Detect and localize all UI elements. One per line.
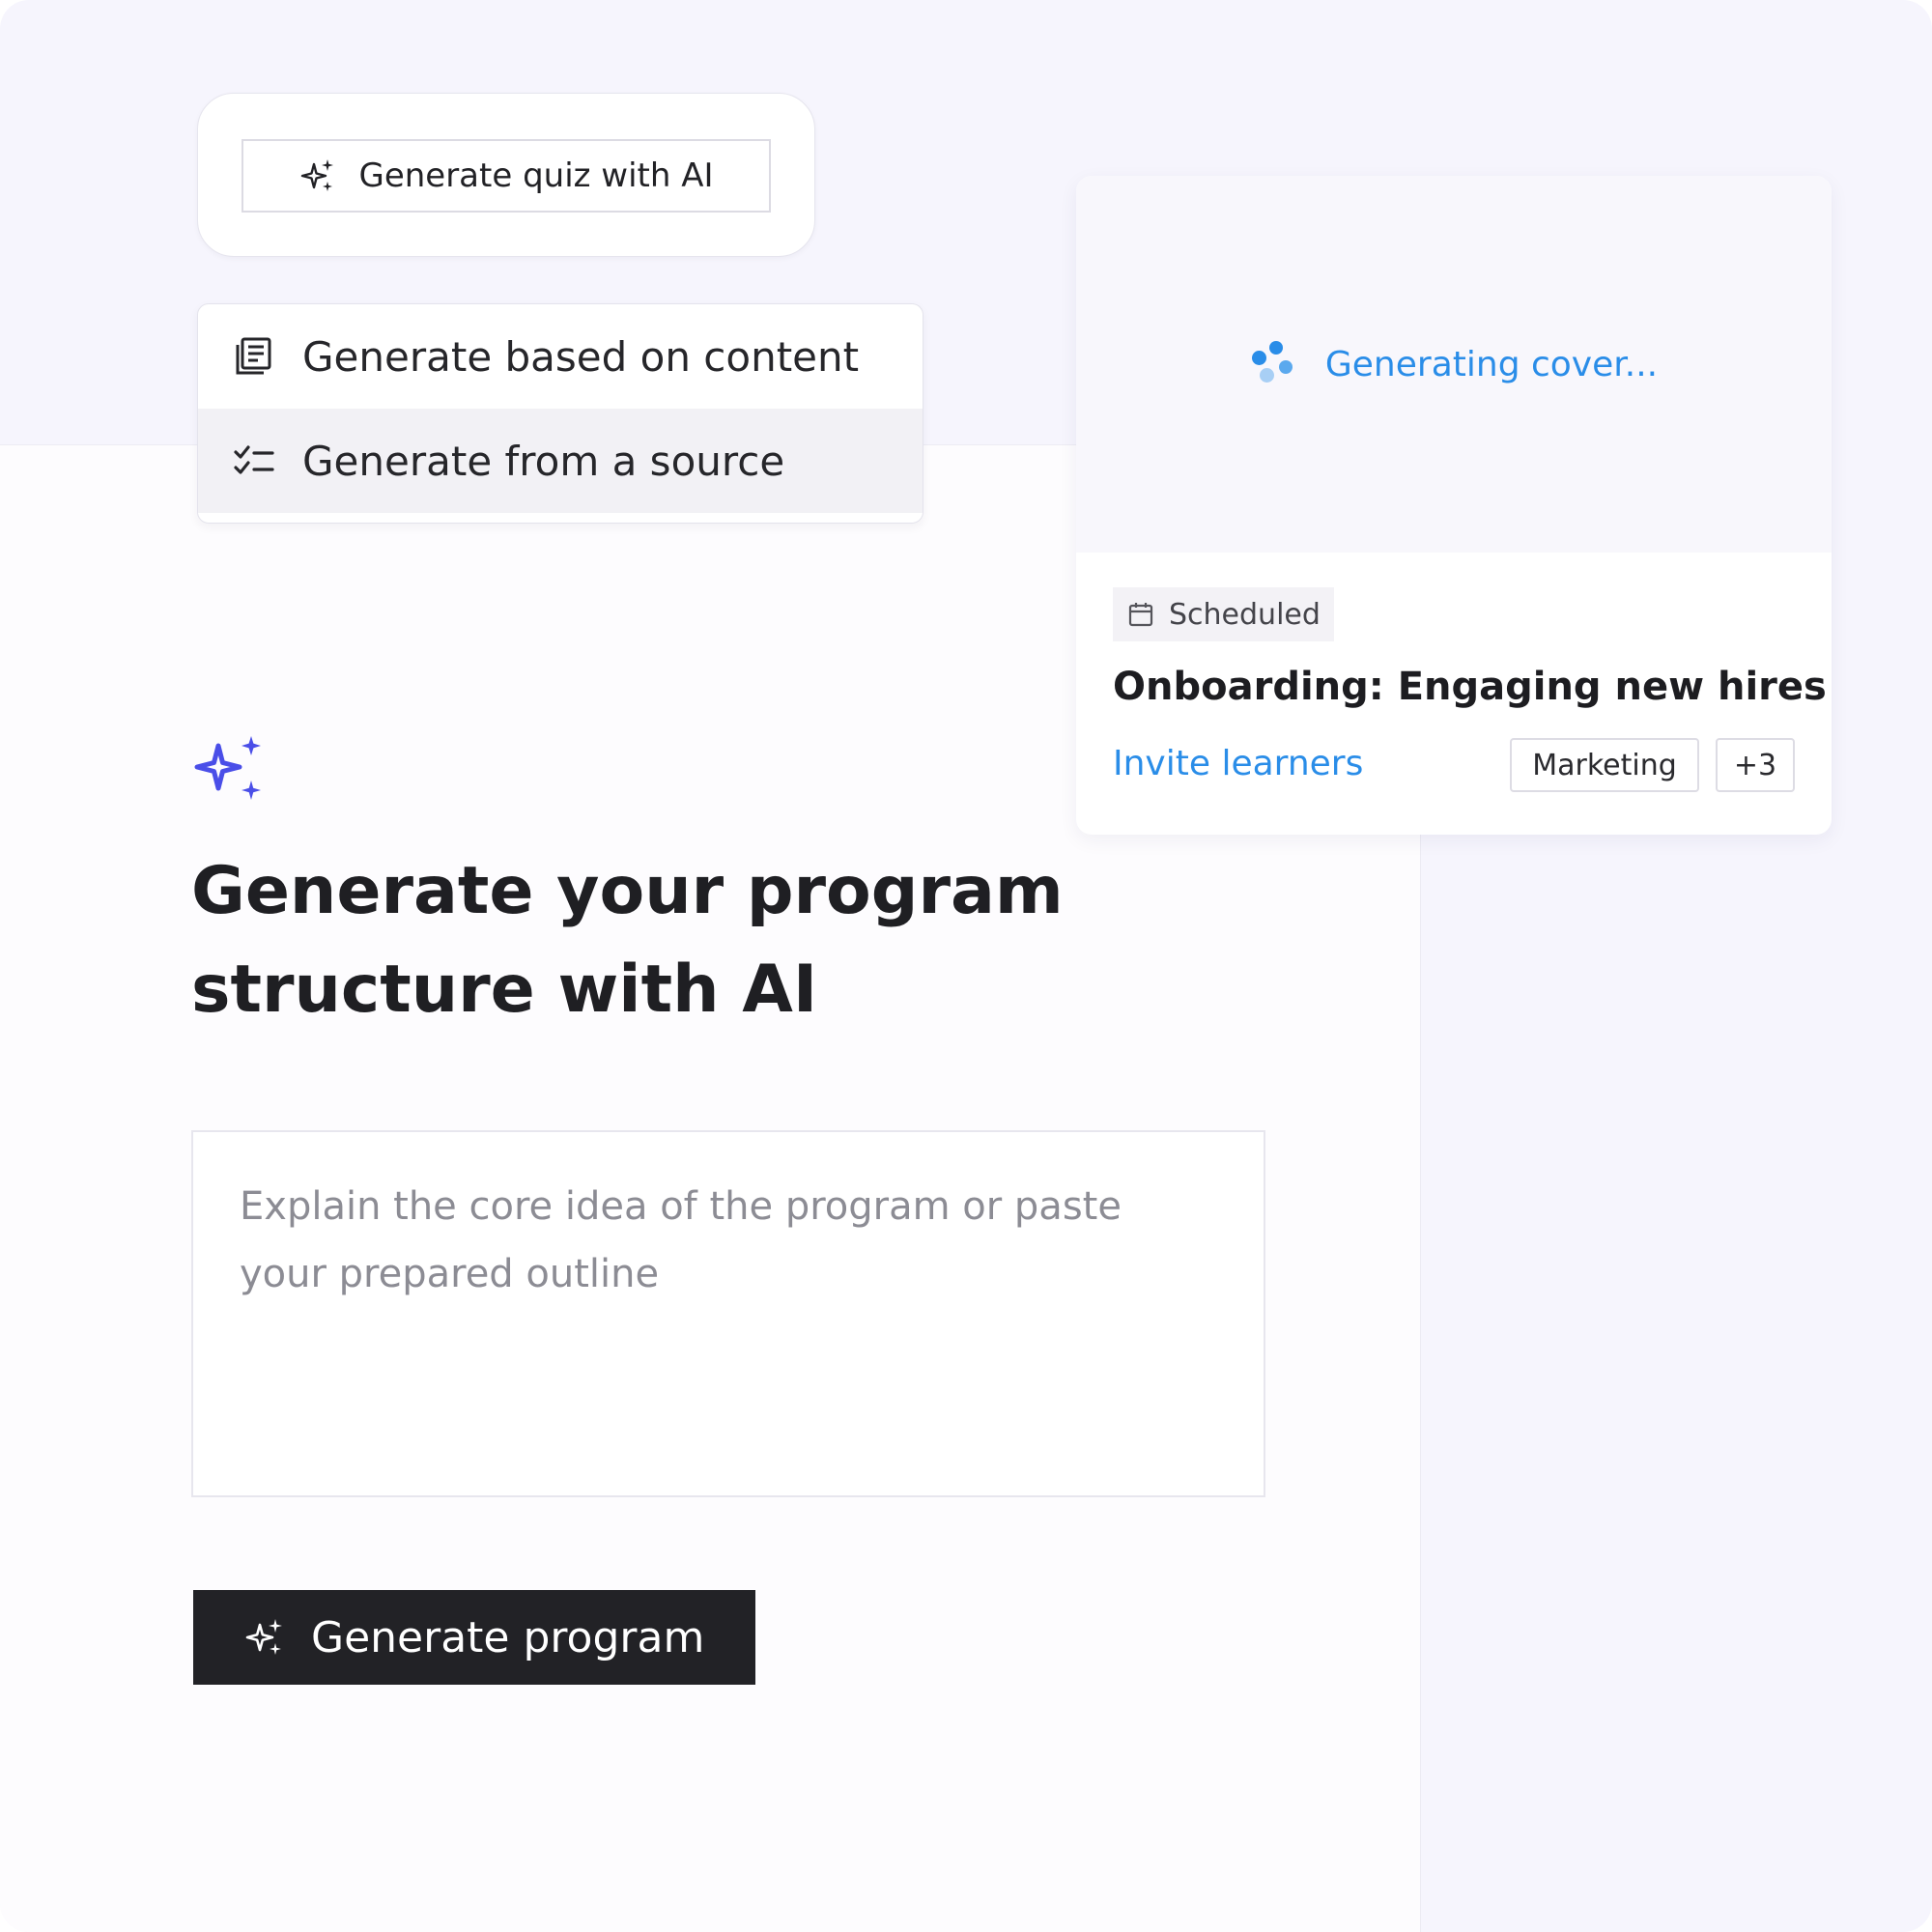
sparkles-icon (194, 736, 261, 800)
sparkles-icon (301, 159, 334, 191)
page-title-line: Generate your program (191, 853, 1064, 929)
document-icon (236, 337, 271, 375)
calendar-icon (1128, 603, 1153, 627)
sparkles-icon (245, 1619, 282, 1655)
menu-item-generate-content[interactable]: Generate based on content (198, 304, 923, 409)
program-prompt-textarea[interactable]: Explain the core idea of the program or … (191, 1130, 1265, 1497)
tag-more-count[interactable]: +3 (1716, 738, 1795, 792)
cover-placeholder: Generating cover... (1076, 176, 1832, 553)
canvas: Generate quiz with AI Generate based on … (0, 0, 1932, 1932)
menu-item-label: Generate based on content (302, 332, 860, 381)
generate-program-label: Generate program (311, 1612, 705, 1662)
quiz-card: Generate quiz with AI (197, 93, 815, 257)
status-badge-label: Scheduled (1169, 597, 1321, 632)
checklist-icon (234, 445, 274, 474)
page-title: Generate your program structure with AI (191, 842, 1157, 1039)
menu-item-label: Generate from a source (302, 437, 785, 485)
generate-quiz-label: Generate quiz with AI (358, 156, 714, 195)
loading-dots-icon (1250, 341, 1296, 387)
invite-learners-link[interactable]: Invite learners (1113, 744, 1363, 783)
generate-options-menu: Generate based on content Generate from … (197, 303, 923, 524)
course-title: Onboarding: Engaging new hires (1113, 665, 1827, 709)
prompt-placeholder: your prepared outline (240, 1252, 660, 1296)
menu-item-generate-source[interactable]: Generate from a source (198, 409, 923, 513)
generate-program-button[interactable]: Generate program (193, 1590, 755, 1685)
status-badge: Scheduled (1113, 587, 1334, 641)
prompt-placeholder: Explain the core idea of the program or … (240, 1184, 1122, 1229)
course-card[interactable]: Generating cover... Scheduled Onboarding… (1076, 176, 1832, 835)
tag-marketing[interactable]: Marketing (1510, 738, 1699, 792)
cover-status: Generating cover... (1324, 344, 1659, 384)
generate-quiz-button[interactable]: Generate quiz with AI (242, 139, 771, 213)
page-title-line: structure with AI (191, 952, 818, 1028)
